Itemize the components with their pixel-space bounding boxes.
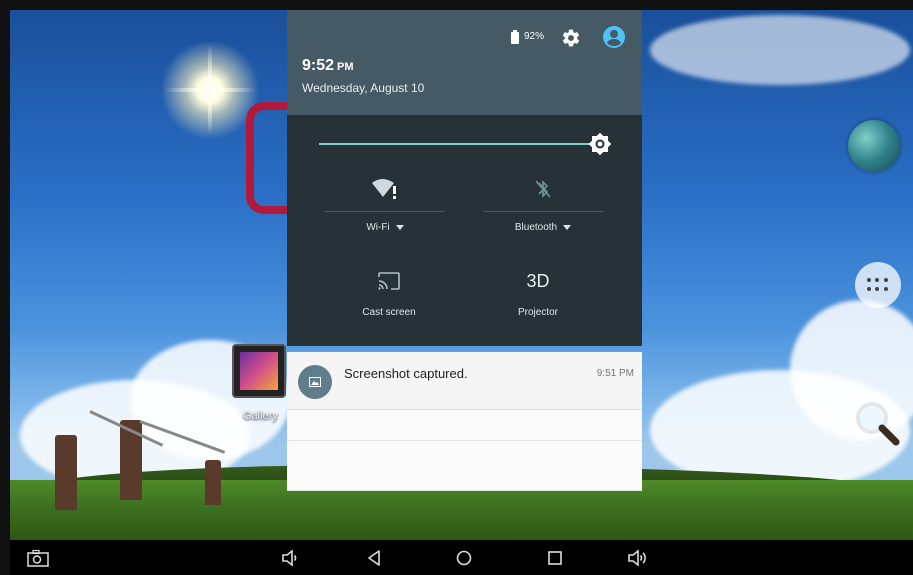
wifi-icon [372, 179, 396, 199]
gallery-photo-icon [240, 352, 278, 390]
projector-tile[interactable]: 3D Projector [478, 267, 598, 319]
navigation-bar [10, 540, 913, 575]
tile-divider [483, 211, 603, 212]
gallery-app-icon[interactable] [232, 344, 286, 398]
recents-icon[interactable] [545, 548, 565, 568]
cast-icon [378, 272, 400, 290]
clock-time: 9:52 PM [302, 57, 354, 75]
brightness-slider[interactable] [319, 143, 600, 145]
tile-divider [325, 211, 445, 212]
notification-list-empty-row [287, 410, 642, 441]
app-icon-partial[interactable] [246, 102, 288, 214]
browser-globe-icon[interactable] [848, 120, 900, 172]
app-drawer-dots-icon [867, 278, 889, 292]
cast-screen-tile[interactable]: Cast screen [329, 267, 449, 318]
volume-down-icon[interactable] [280, 548, 300, 568]
screenshot-notification[interactable]: Screenshot captured. 9:51 PM [287, 352, 642, 410]
notification-list-empty-row [287, 441, 642, 491]
projector-3d-icon: 3D [526, 270, 550, 291]
battery-percent: 92% [524, 31, 545, 42]
notification-shade-header: 92% 9:52 PM Wednesday, August 10 [287, 10, 642, 115]
wifi-tile[interactable]: Wi-Fi [325, 175, 445, 233]
bluetooth-disabled-icon [535, 180, 551, 198]
notification-time: 9:51 PM [596, 368, 634, 379]
wifi-label: Wi-Fi [325, 222, 445, 233]
notification-image-icon [298, 365, 332, 399]
quick-settings-panel: Wi-Fi Bluetooth Cast screen 3D Projector [287, 115, 642, 346]
settings-gear-icon[interactable] [561, 28, 581, 48]
bluetooth-label: Bluetooth [483, 222, 603, 233]
windmill [205, 460, 221, 505]
windmill [55, 435, 77, 510]
clock-ampm: PM [337, 61, 354, 73]
gallery-app-label: Gallery [243, 410, 278, 422]
bluetooth-dropdown-caret-icon[interactable] [563, 224, 572, 230]
sun-ray [165, 88, 255, 92]
notification-title: Screenshot captured. [344, 366, 468, 381]
cloud [650, 15, 910, 85]
bluetooth-tile[interactable]: Bluetooth [483, 175, 603, 233]
back-icon[interactable] [364, 548, 384, 568]
wifi-dropdown-caret-icon[interactable] [395, 224, 404, 230]
battery-icon [511, 30, 519, 44]
home-icon[interactable] [454, 548, 474, 568]
account-icon[interactable] [602, 25, 626, 49]
clock-time-value: 9:52 [302, 57, 335, 74]
search-magnifier-icon[interactable] [852, 398, 902, 448]
volume-up-icon[interactable] [626, 548, 650, 568]
app-drawer-button[interactable] [855, 262, 901, 308]
screenshot-camera-icon[interactable] [27, 549, 49, 567]
cast-screen-label: Cast screen [362, 307, 416, 318]
projector-label: Projector [517, 307, 558, 318]
brightness-icon[interactable] [588, 132, 612, 156]
date-text: Wednesday, August 10 [302, 81, 425, 95]
